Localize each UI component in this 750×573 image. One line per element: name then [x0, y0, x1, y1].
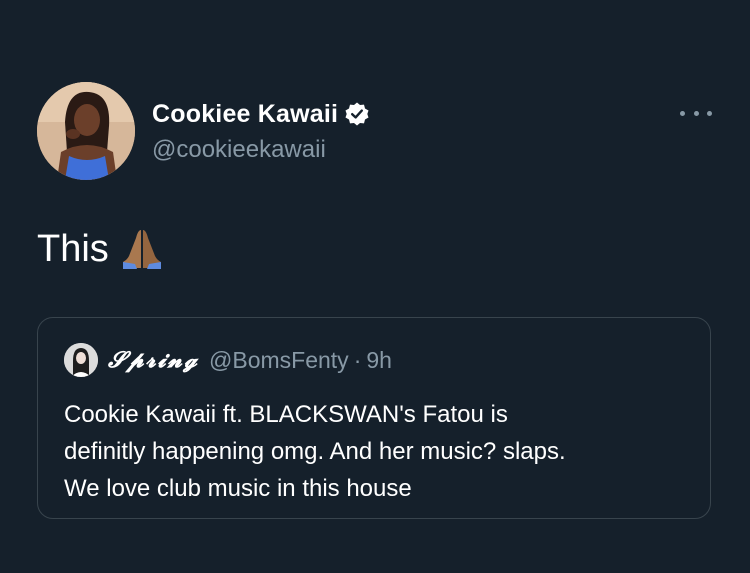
quoted-tweet-header: 𝓢𝓹𝓻𝓲𝓷𝓰 @BomsFenty · 9h [64, 342, 392, 378]
separator-dot: · [353, 346, 362, 373]
tweet: Cookiee Kawaii @cookieekawaii This 𝓢𝓹𝓻𝓲𝓷… [0, 0, 750, 573]
author-display-name[interactable]: Cookiee Kawaii [152, 100, 338, 129]
quoted-author-display-name: 𝓢𝓹𝓻𝓲𝓷𝓰 [108, 347, 200, 373]
author-avatar[interactable] [37, 82, 135, 180]
tweet-text: This [37, 226, 165, 272]
quoted-author-handle: @BomsFenty [209, 346, 349, 373]
quoted-tweet-line: Cookie Kawaii ft. BLACKSWAN's Fatou is [64, 401, 508, 428]
folded-hands-emoji-icon [119, 226, 165, 272]
quoted-tweet[interactable]: 𝓢𝓹𝓻𝓲𝓷𝓰 @BomsFenty · 9h Cookie Kawaii ft.… [37, 317, 711, 519]
quoted-tweet-line: We love club music in this house [64, 475, 412, 502]
author-handle[interactable]: @cookieekawaii [152, 136, 326, 164]
quoted-tweet-time: 9h [366, 346, 392, 373]
verified-badge-icon [344, 101, 370, 127]
more-options-icon[interactable] [680, 105, 712, 121]
author-name-row: Cookiee Kawaii [152, 98, 370, 130]
quoted-tweet-line: definitly happening omg. And her music? … [64, 438, 566, 465]
quoted-tweet-text: Cookie Kawaii ft. BLACKSWAN's Fatou is d… [64, 396, 694, 507]
tweet-text-content: This [37, 227, 109, 270]
quoted-author-avatar [64, 343, 98, 377]
